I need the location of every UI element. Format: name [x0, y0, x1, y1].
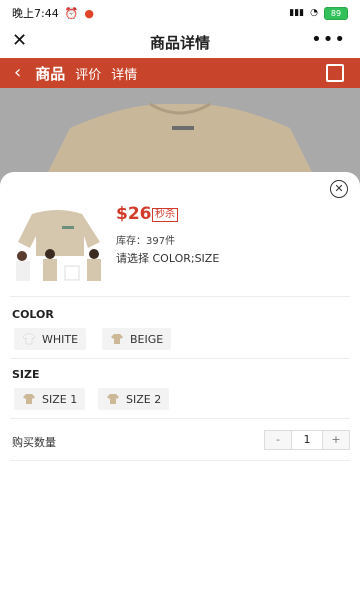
wifi-icon: ◔: [310, 8, 318, 18]
signal-icon: ▮▮▮: [289, 8, 305, 18]
color-option-label: BEIGE: [130, 332, 164, 346]
product-thumbnail: [10, 206, 108, 284]
color-option-white[interactable]: WHITE: [14, 328, 87, 350]
close-icon[interactable]: ✕: [12, 30, 27, 51]
sku-selector-sheet: ✕ $26 秒杀 库存：397件 请选择 COLOR;SIZE COLOR WH…: [0, 172, 360, 600]
divider: [10, 460, 350, 461]
quantity-value[interactable]: 1: [291, 431, 323, 449]
alarm-icon: ⏰: [64, 6, 79, 20]
status-right: ▮▮▮ ◔ 89: [289, 6, 348, 20]
more-icon[interactable]: •••: [311, 29, 346, 50]
status-bar: 晚上7:44 ⏰ ● ▮▮▮ ◔ 89: [0, 0, 360, 26]
page-title: 商品详情: [149, 33, 210, 52]
app-icon: ●: [84, 6, 95, 20]
select-hint: 请选择 COLOR;SIZE: [116, 252, 220, 265]
battery-icon: 89: [324, 6, 348, 20]
divider: [10, 358, 350, 359]
price: $26: [116, 204, 152, 224]
status-left: 晚上7:44 ⏰ ●: [12, 5, 94, 21]
quantity-label: 购买数量: [12, 436, 56, 449]
share-icon[interactable]: [326, 64, 344, 82]
tab-reviews[interactable]: 评价: [75, 64, 101, 83]
title-bar: ✕ 商品详情 •••: [0, 26, 360, 59]
tshirt-icon: [111, 334, 123, 344]
color-option-label: WHITE: [42, 332, 79, 346]
chevron-left-icon[interactable]: ‹: [14, 64, 21, 82]
divider: [10, 296, 350, 297]
increment-button[interactable]: +: [323, 431, 349, 449]
flash-sale-badge: 秒杀: [152, 208, 178, 222]
size-option-1[interactable]: SIZE 1: [14, 388, 86, 410]
status-time: 晚上7:44: [12, 7, 59, 20]
product-nav: ‹ 商品 评价 详情: [0, 58, 360, 90]
tshirt-icon: [107, 394, 119, 404]
size-option-label: SIZE 2: [126, 392, 162, 406]
stock-count: 库存：397件: [116, 236, 176, 247]
divider: [10, 418, 350, 419]
tab-product[interactable]: 商品: [35, 63, 65, 90]
decrement-button[interactable]: -: [265, 431, 291, 449]
tshirt-icon: [22, 333, 36, 345]
quantity-stepper: - 1 +: [264, 430, 350, 450]
tshirt-icon: [23, 394, 35, 404]
size-section-title: SIZE: [12, 368, 40, 381]
close-icon[interactable]: ✕: [330, 180, 348, 198]
size-option-2[interactable]: SIZE 2: [98, 388, 170, 410]
color-option-beige[interactable]: BEIGE: [102, 328, 172, 350]
size-option-label: SIZE 1: [42, 392, 78, 406]
color-section-title: COLOR: [12, 308, 54, 321]
tab-details[interactable]: 详情: [111, 64, 137, 83]
